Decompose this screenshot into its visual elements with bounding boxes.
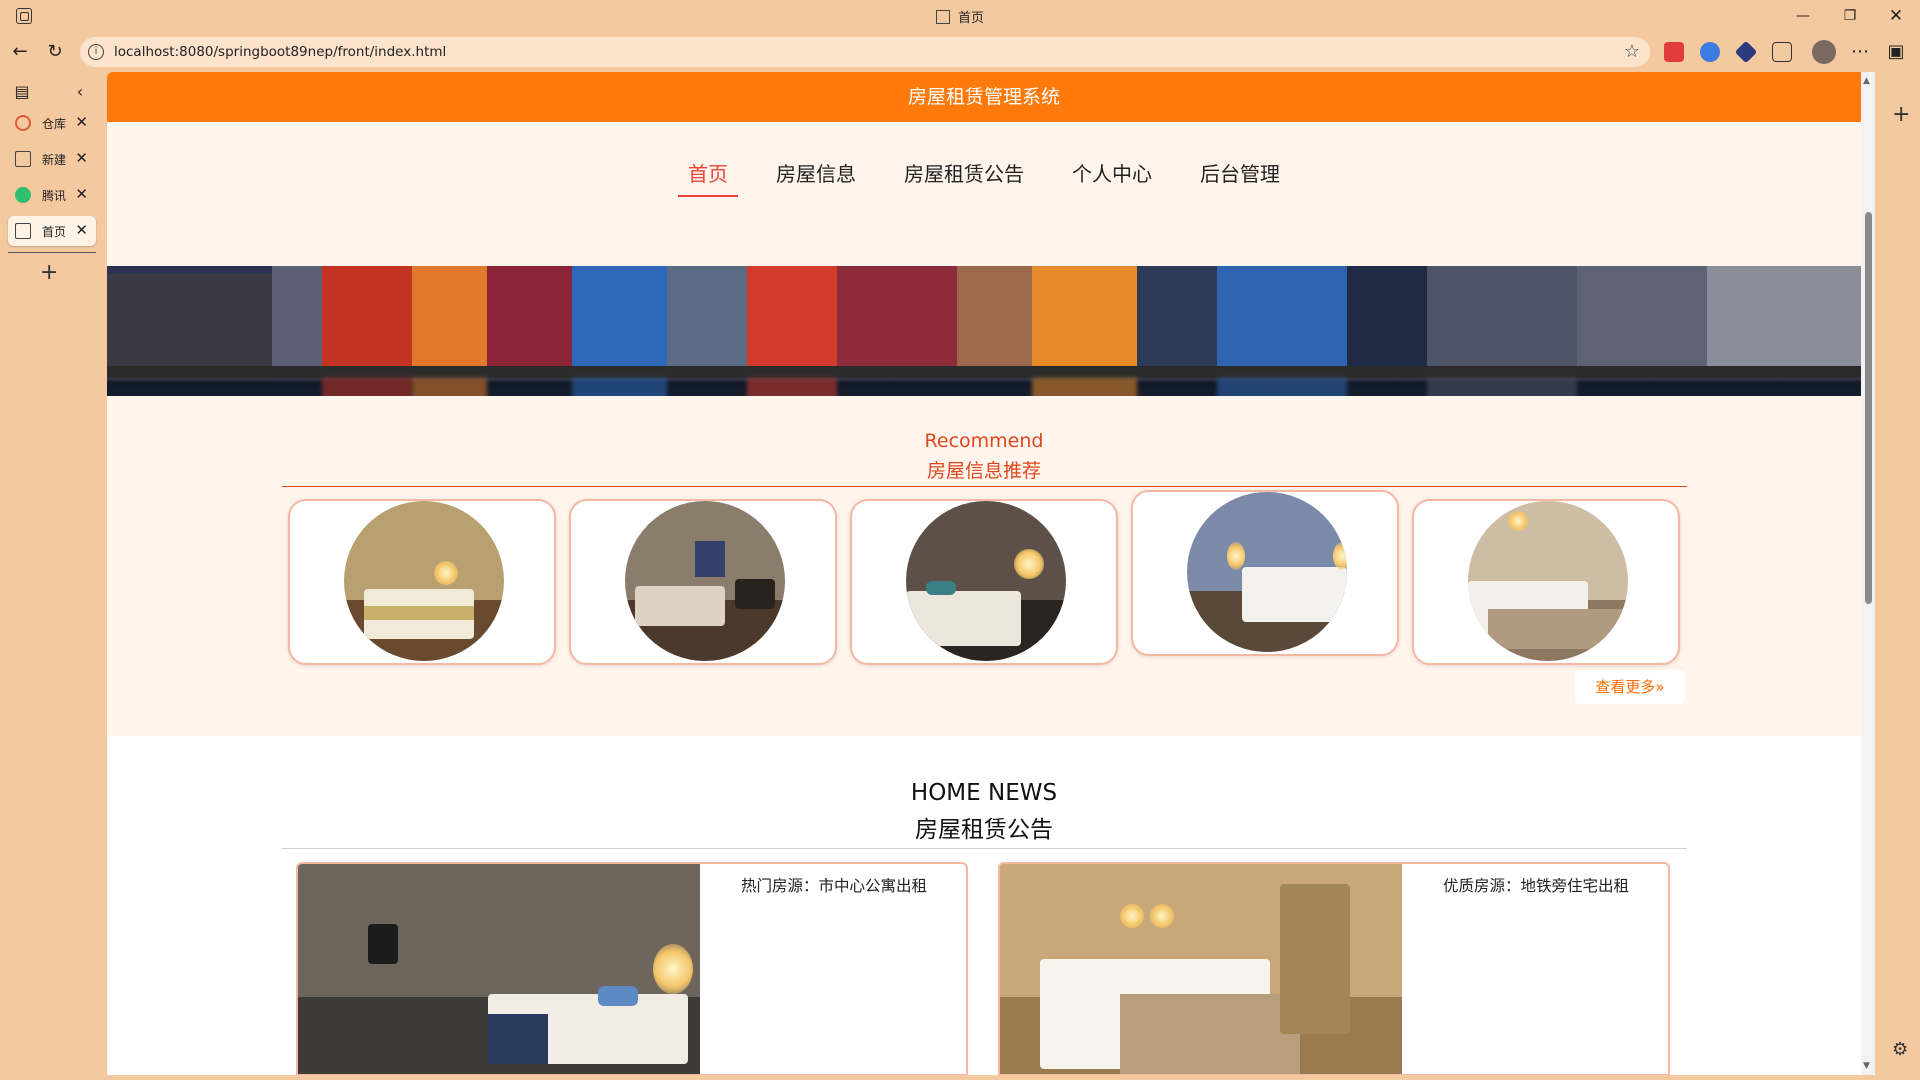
favorite-star-icon[interactable]: ☆ bbox=[1624, 41, 1640, 62]
extensions-puzzle-icon[interactable] bbox=[1772, 42, 1792, 62]
view-more-label: 查看更多 bbox=[1595, 678, 1656, 696]
house-photo[interactable] bbox=[344, 501, 504, 661]
vertical-tab-label: 仓库 bbox=[42, 117, 67, 131]
extension-shield-icon[interactable] bbox=[1734, 40, 1758, 64]
close-tab-icon[interactable]: ✕ bbox=[75, 113, 88, 131]
news-title-en: HOME NEWS bbox=[910, 780, 1058, 806]
add-sidebar-app-icon[interactable]: + bbox=[1892, 102, 1910, 127]
news-section: HOME NEWS 房屋租赁公告 热门房源：市中心公寓出租 优质房源：地铁旁住宅… bbox=[107, 736, 1861, 1075]
refresh-button[interactable]: ↻ bbox=[43, 40, 67, 64]
right-edge-bar: + ⚙ bbox=[1882, 72, 1920, 1080]
recommend-section: Recommend 房屋信息推荐 查看更多» bbox=[107, 396, 1861, 736]
tab-actions-icon[interactable]: ▤ bbox=[12, 82, 32, 102]
gitee-icon bbox=[15, 115, 31, 131]
recommend-title-en: Recommend bbox=[924, 430, 1044, 452]
restore-button[interactable]: ❐ bbox=[1830, 4, 1870, 28]
news-photo[interactable] bbox=[1000, 864, 1402, 1074]
window-title: 首页 bbox=[0, 7, 1920, 26]
window-title-text: 首页 bbox=[957, 11, 984, 26]
tencent-icon bbox=[15, 187, 31, 203]
close-tab-icon[interactable]: ✕ bbox=[75, 185, 88, 203]
close-window-button[interactable]: ✕ bbox=[1876, 4, 1916, 28]
recommend-card[interactable] bbox=[1412, 499, 1680, 665]
news-card[interactable]: 热门房源：市中心公寓出租 bbox=[296, 862, 968, 1075]
vertical-tab-label: 首页 bbox=[42, 225, 67, 239]
browser-titlebar: 首页 — ❐ ✕ bbox=[0, 0, 1920, 32]
vertical-tab-2[interactable]: 新建 ✕ bbox=[8, 144, 96, 174]
recommend-card[interactable] bbox=[1131, 490, 1399, 656]
nav-rental-notice[interactable]: 房屋租赁公告 bbox=[894, 152, 1034, 195]
nav-house-info[interactable]: 房屋信息 bbox=[766, 152, 866, 195]
vertical-tab-label: 腾讯 bbox=[42, 189, 67, 203]
view-more-button[interactable]: 查看更多» bbox=[1575, 670, 1685, 704]
vertical-tab-1[interactable]: 仓库 ✕ bbox=[8, 108, 96, 138]
more-menu-icon[interactable]: ⋯ bbox=[1848, 40, 1872, 64]
address-toolbar: ← ↻ i localhost:8080/springboot89nep/fro… bbox=[0, 32, 1920, 72]
news-photo[interactable] bbox=[298, 864, 700, 1074]
settings-gear-icon[interactable]: ⚙ bbox=[1892, 1039, 1908, 1060]
vertical-tab-4[interactable]: 首页 ✕ bbox=[8, 216, 96, 246]
recommend-title-cn: 房屋信息推荐 bbox=[926, 460, 1041, 482]
news-divider bbox=[282, 848, 1687, 849]
page-scrollbar[interactable]: ▲ ▼ bbox=[1861, 72, 1875, 1075]
news-title[interactable]: 热门房源：市中心公寓出租 bbox=[700, 874, 966, 896]
news-title[interactable]: 优质房源：地铁旁住宅出租 bbox=[1402, 874, 1668, 896]
page-viewport: 房屋租赁管理系统 首页 房屋信息 房屋租赁公告 个人中心 后台管理 Recomm… bbox=[107, 72, 1875, 1075]
house-photo[interactable] bbox=[906, 501, 1066, 661]
scroll-down-arrow-icon[interactable]: ▼ bbox=[1863, 1061, 1870, 1071]
info-icon[interactable]: i bbox=[88, 44, 104, 60]
site-header: 房屋租赁管理系统 bbox=[107, 72, 1861, 122]
scroll-up-arrow-icon[interactable]: ▲ bbox=[1863, 76, 1870, 86]
extension-red-icon[interactable] bbox=[1664, 42, 1684, 62]
scrollbar-thumb[interactable] bbox=[1865, 212, 1872, 604]
recommend-card[interactable] bbox=[569, 499, 837, 665]
document-icon bbox=[15, 151, 31, 167]
house-photo[interactable] bbox=[1468, 501, 1628, 661]
house-photo[interactable] bbox=[1187, 492, 1347, 652]
collapse-sidebar-icon[interactable]: ‹ bbox=[70, 82, 90, 102]
vertical-tab-3[interactable]: 腾讯 ✕ bbox=[8, 180, 96, 210]
recommend-card[interactable] bbox=[850, 499, 1118, 665]
sidebar-divider bbox=[8, 252, 96, 253]
news-title-cn: 房屋租赁公告 bbox=[915, 817, 1053, 843]
nav-admin[interactable]: 后台管理 bbox=[1190, 152, 1290, 195]
image-icon bbox=[935, 10, 950, 24]
nav-personal-center[interactable]: 个人中心 bbox=[1062, 152, 1162, 195]
url-text[interactable]: localhost:8080/springboot89nep/front/ind… bbox=[114, 44, 446, 60]
site-nav: 首页 房屋信息 房屋租赁公告 个人中心 后台管理 bbox=[107, 122, 1861, 446]
image-icon bbox=[15, 223, 31, 239]
double-chevron-right-icon: » bbox=[1655, 678, 1665, 696]
nav-home[interactable]: 首页 bbox=[678, 152, 738, 197]
sidebar-toggle-icon[interactable]: ▣ bbox=[1884, 40, 1908, 64]
house-photo[interactable] bbox=[625, 501, 785, 661]
profile-avatar[interactable] bbox=[1812, 40, 1836, 64]
back-button[interactable]: ← bbox=[8, 40, 32, 64]
extension-blue-icon[interactable] bbox=[1700, 42, 1720, 62]
news-card[interactable]: 优质房源：地铁旁住宅出租 bbox=[998, 862, 1670, 1075]
new-tab-icon[interactable]: + bbox=[40, 260, 58, 285]
close-tab-icon[interactable]: ✕ bbox=[75, 149, 88, 167]
vertical-tab-label: 新建 bbox=[42, 153, 67, 167]
address-bar[interactable]: i localhost:8080/springboot89nep/front/i… bbox=[80, 37, 1650, 67]
vertical-tabs-sidebar: ▤ ‹ 仓库 ✕ 新建 ✕ 腾讯 ✕ 首页 ✕ + bbox=[0, 72, 104, 1080]
minimize-button[interactable]: — bbox=[1783, 4, 1823, 28]
recommend-divider bbox=[282, 486, 1687, 487]
recommend-card[interactable] bbox=[288, 499, 556, 665]
close-tab-icon[interactable]: ✕ bbox=[75, 221, 88, 239]
